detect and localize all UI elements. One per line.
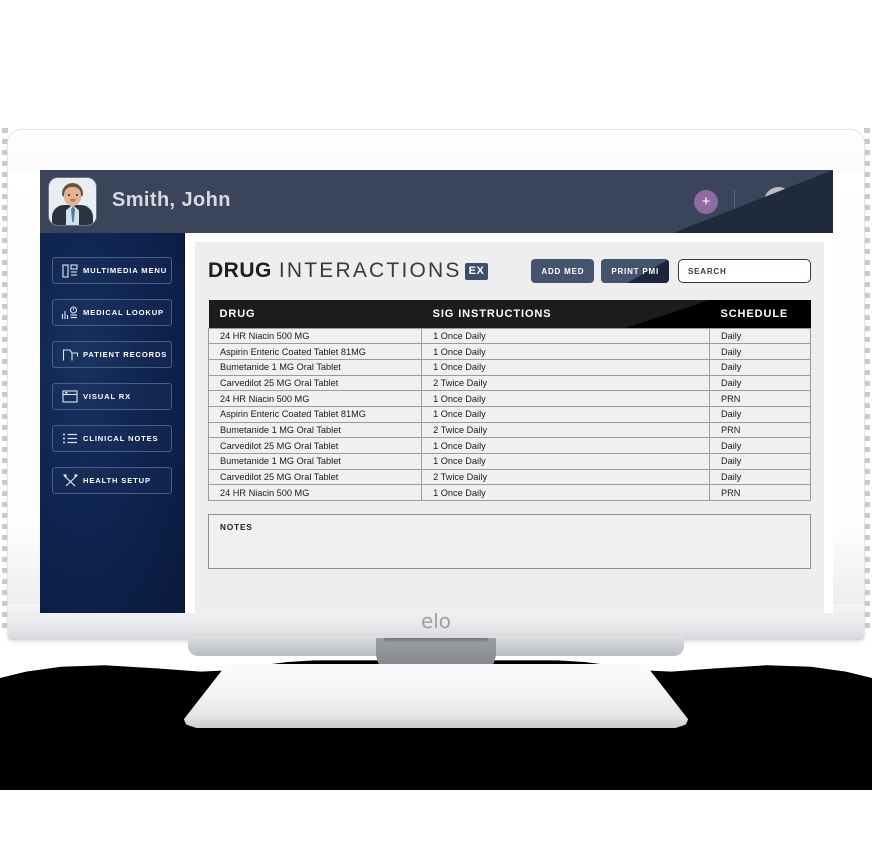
table-row[interactable]: 24 HR Niacin 500 MG 1 Once Daily PRN (207, 390, 812, 407)
cell-schedule: Daily (708, 405, 812, 423)
ex-badge: EX (464, 263, 489, 280)
chart-clock-icon (57, 304, 83, 322)
column-header-sig-label: SIG INSTRUCTIONS (432, 307, 552, 320)
cell-schedule: Daily (708, 343, 812, 360)
add-button[interactable]: + (694, 190, 718, 214)
table-header: DRUG SIG INSTRUCTIONS SCHEDULE (208, 300, 811, 328)
print-pmi-label: PRINT PMI (611, 266, 659, 276)
cell-drug: Aspirin Enteric Coated Tablet 81MG (207, 405, 423, 423)
cell-schedule: Daily (708, 453, 812, 470)
screen-viewport: Smith, John + MULTIMEDIA MENU MEDICAL LO… (40, 170, 833, 613)
sidebar-item-label: VISUAL RX (83, 392, 132, 401)
monitor-top-bezel (8, 130, 864, 170)
cell-drug: Carvedilot 25 MG Oral Tablet (207, 437, 423, 454)
elo-brand-logo: elo (420, 609, 452, 633)
sidebar-item-multimedia-menu[interactable]: MULTIMEDIA MENU (52, 257, 172, 284)
search-input[interactable] (688, 266, 801, 276)
cell-drug: 24 HR Niacin 500 MG (207, 390, 423, 407)
table-body: 24 HR Niacin 500 MG 1 Once Daily Daily Aspi… (207, 327, 812, 502)
cell-drug: Aspirin Enteric Coated Tablet 81MG (207, 343, 423, 360)
column-header-schedule: SCHEDULE (709, 300, 811, 328)
search-box[interactable] (678, 259, 811, 283)
app-header-bar: Smith, John + (40, 170, 833, 233)
tools-icon (57, 472, 83, 490)
cell-sig-instructions: 1 Once Daily (421, 327, 710, 345)
cell-sig-instructions: 1 Once Daily (421, 358, 710, 376)
cell-drug: Bumetanide 1 MG Oral Tablet (207, 453, 423, 470)
cell-sig-instructions: 1 Once Daily (421, 437, 710, 454)
sidebar-item-label: PATIENT RECORDS (83, 350, 168, 359)
chevron-down-icon[interactable] (802, 197, 812, 202)
header-divider (734, 190, 735, 212)
title-bold: DRUG (208, 259, 272, 282)
table-row[interactable]: Carvedilot 25 MG Oral Tablet 2 Twice Dail… (207, 468, 812, 486)
table-row[interactable]: Bumetanide 1 MG Oral Tablet 1 Once Daily D… (207, 358, 812, 376)
plus-icon: + (701, 192, 711, 210)
print-pmi-button[interactable]: PRINT PMI (601, 259, 669, 283)
notes-box[interactable]: NOTES (208, 514, 811, 570)
notes-label: NOTES (220, 523, 253, 533)
column-header-sig-instructions: SIG INSTRUCTIONS (421, 300, 710, 328)
cell-schedule: PRN (708, 484, 812, 502)
sidebar-item-patient-records[interactable]: PATIENT RECORDS (52, 341, 172, 368)
panel-toolbar: DRUG INTERACTIONS EX ADD MED PRINT PMI (208, 256, 811, 286)
content-area: DRUG INTERACTIONS EX ADD MED PRINT PMI S… (186, 233, 833, 613)
drug-interactions-panel: DRUG INTERACTIONS EX ADD MED PRINT PMI S… (195, 242, 824, 613)
sidebar-item-label: MULTIMEDIA MENU (83, 266, 168, 275)
page-title: Smith, John (112, 189, 231, 211)
cell-sig-instructions: 1 Once Daily (421, 390, 710, 407)
table-row[interactable]: Carvedilot 25 MG Oral Tablet 1 Once Daily… (207, 437, 812, 454)
layout-panel-icon (57, 262, 83, 280)
cell-drug: Carvedilot 25 MG Oral Tablet (207, 468, 423, 486)
table-row[interactable]: 24 HR Niacin 500 MG 1 Once Daily PRN (207, 484, 812, 502)
panel-title: DRUG INTERACTIONS EX (208, 259, 524, 283)
crop-guide-right (864, 128, 870, 628)
cell-sig-instructions: 1 Once Daily (421, 484, 710, 502)
title-light: INTERACTIONS (278, 259, 462, 282)
window-icon (57, 388, 83, 406)
cell-schedule: PRN (708, 390, 812, 407)
table-row[interactable]: Aspirin Enteric Coated Tablet 81MG 1 Once… (207, 405, 812, 423)
sidebar-item-health-setup[interactable]: HEALTH SETUP (52, 467, 172, 494)
sidebar-item-medical-lookup[interactable]: MEDICAL LOOKUP (52, 299, 172, 326)
cell-sig-instructions: 1 Once Daily (421, 453, 710, 470)
patient-photo (49, 178, 96, 225)
cell-drug: Bumetanide 1 MG Oral Tablet (207, 421, 423, 439)
sidebar-item-visual-rx[interactable]: VISUAL RX (52, 383, 172, 410)
cell-sig-instructions: 1 Once Daily (421, 405, 710, 423)
medications-table: DRUG SIG INSTRUCTIONS SCHEDULE 24 HR Nia… (207, 300, 812, 502)
cell-drug: 24 HR Niacin 500 MG (207, 327, 423, 345)
cell-schedule: Daily (708, 358, 812, 376)
cell-sig-instructions: 2 Twice Daily (421, 468, 710, 486)
monitor-stand-base (181, 664, 691, 728)
cell-sig-instructions: 1 Once Daily (421, 343, 710, 360)
table-row[interactable]: Carvedilot 25 MG Oral Tablet 2 Twice Dail… (207, 374, 812, 392)
cell-schedule: PRN (708, 421, 812, 439)
sidebar-item-label: HEALTH SETUP (83, 476, 151, 485)
cell-sig-instructions: 2 Twice Daily (421, 421, 710, 439)
sidebar-item-label: MEDICAL LOOKUP (83, 308, 164, 317)
cell-drug: 24 HR Niacin 500 MG (207, 484, 423, 502)
add-med-button[interactable]: ADD MED (531, 259, 595, 283)
cell-schedule: Daily (708, 327, 812, 345)
cell-sig-instructions: 2 Twice Daily (421, 374, 710, 392)
column-header-drug: DRUG (208, 300, 422, 328)
table-row[interactable]: 24 HR Niacin 500 MG 1 Once Daily Daily (207, 327, 812, 345)
cell-drug: Carvedilot 25 MG Oral Tablet (207, 374, 423, 392)
cell-drug: Bumetanide 1 MG Oral Tablet (207, 358, 423, 376)
folder-tag-icon (57, 346, 83, 364)
table-row[interactable]: Bumetanide 1 MG Oral Tablet 2 Twice Daily… (207, 421, 812, 439)
avatar[interactable] (764, 187, 793, 216)
sidebar: MULTIMEDIA MENU MEDICAL LOOKUP PATIENT R… (40, 233, 185, 613)
cell-schedule: Daily (708, 437, 812, 454)
cell-schedule: Daily (708, 468, 812, 486)
table-row[interactable]: Aspirin Enteric Coated Tablet 81MG 1 Once… (207, 343, 812, 360)
sidebar-item-clinical-notes[interactable]: CLINICAL NOTES (52, 425, 172, 452)
table-row[interactable]: Bumetanide 1 MG Oral Tablet 1 Once Daily D… (207, 453, 812, 470)
add-med-label: ADD MED (541, 266, 585, 276)
sidebar-item-label: CLINICAL NOTES (83, 434, 159, 443)
cell-schedule: Daily (708, 374, 812, 392)
list-icon (57, 430, 83, 448)
